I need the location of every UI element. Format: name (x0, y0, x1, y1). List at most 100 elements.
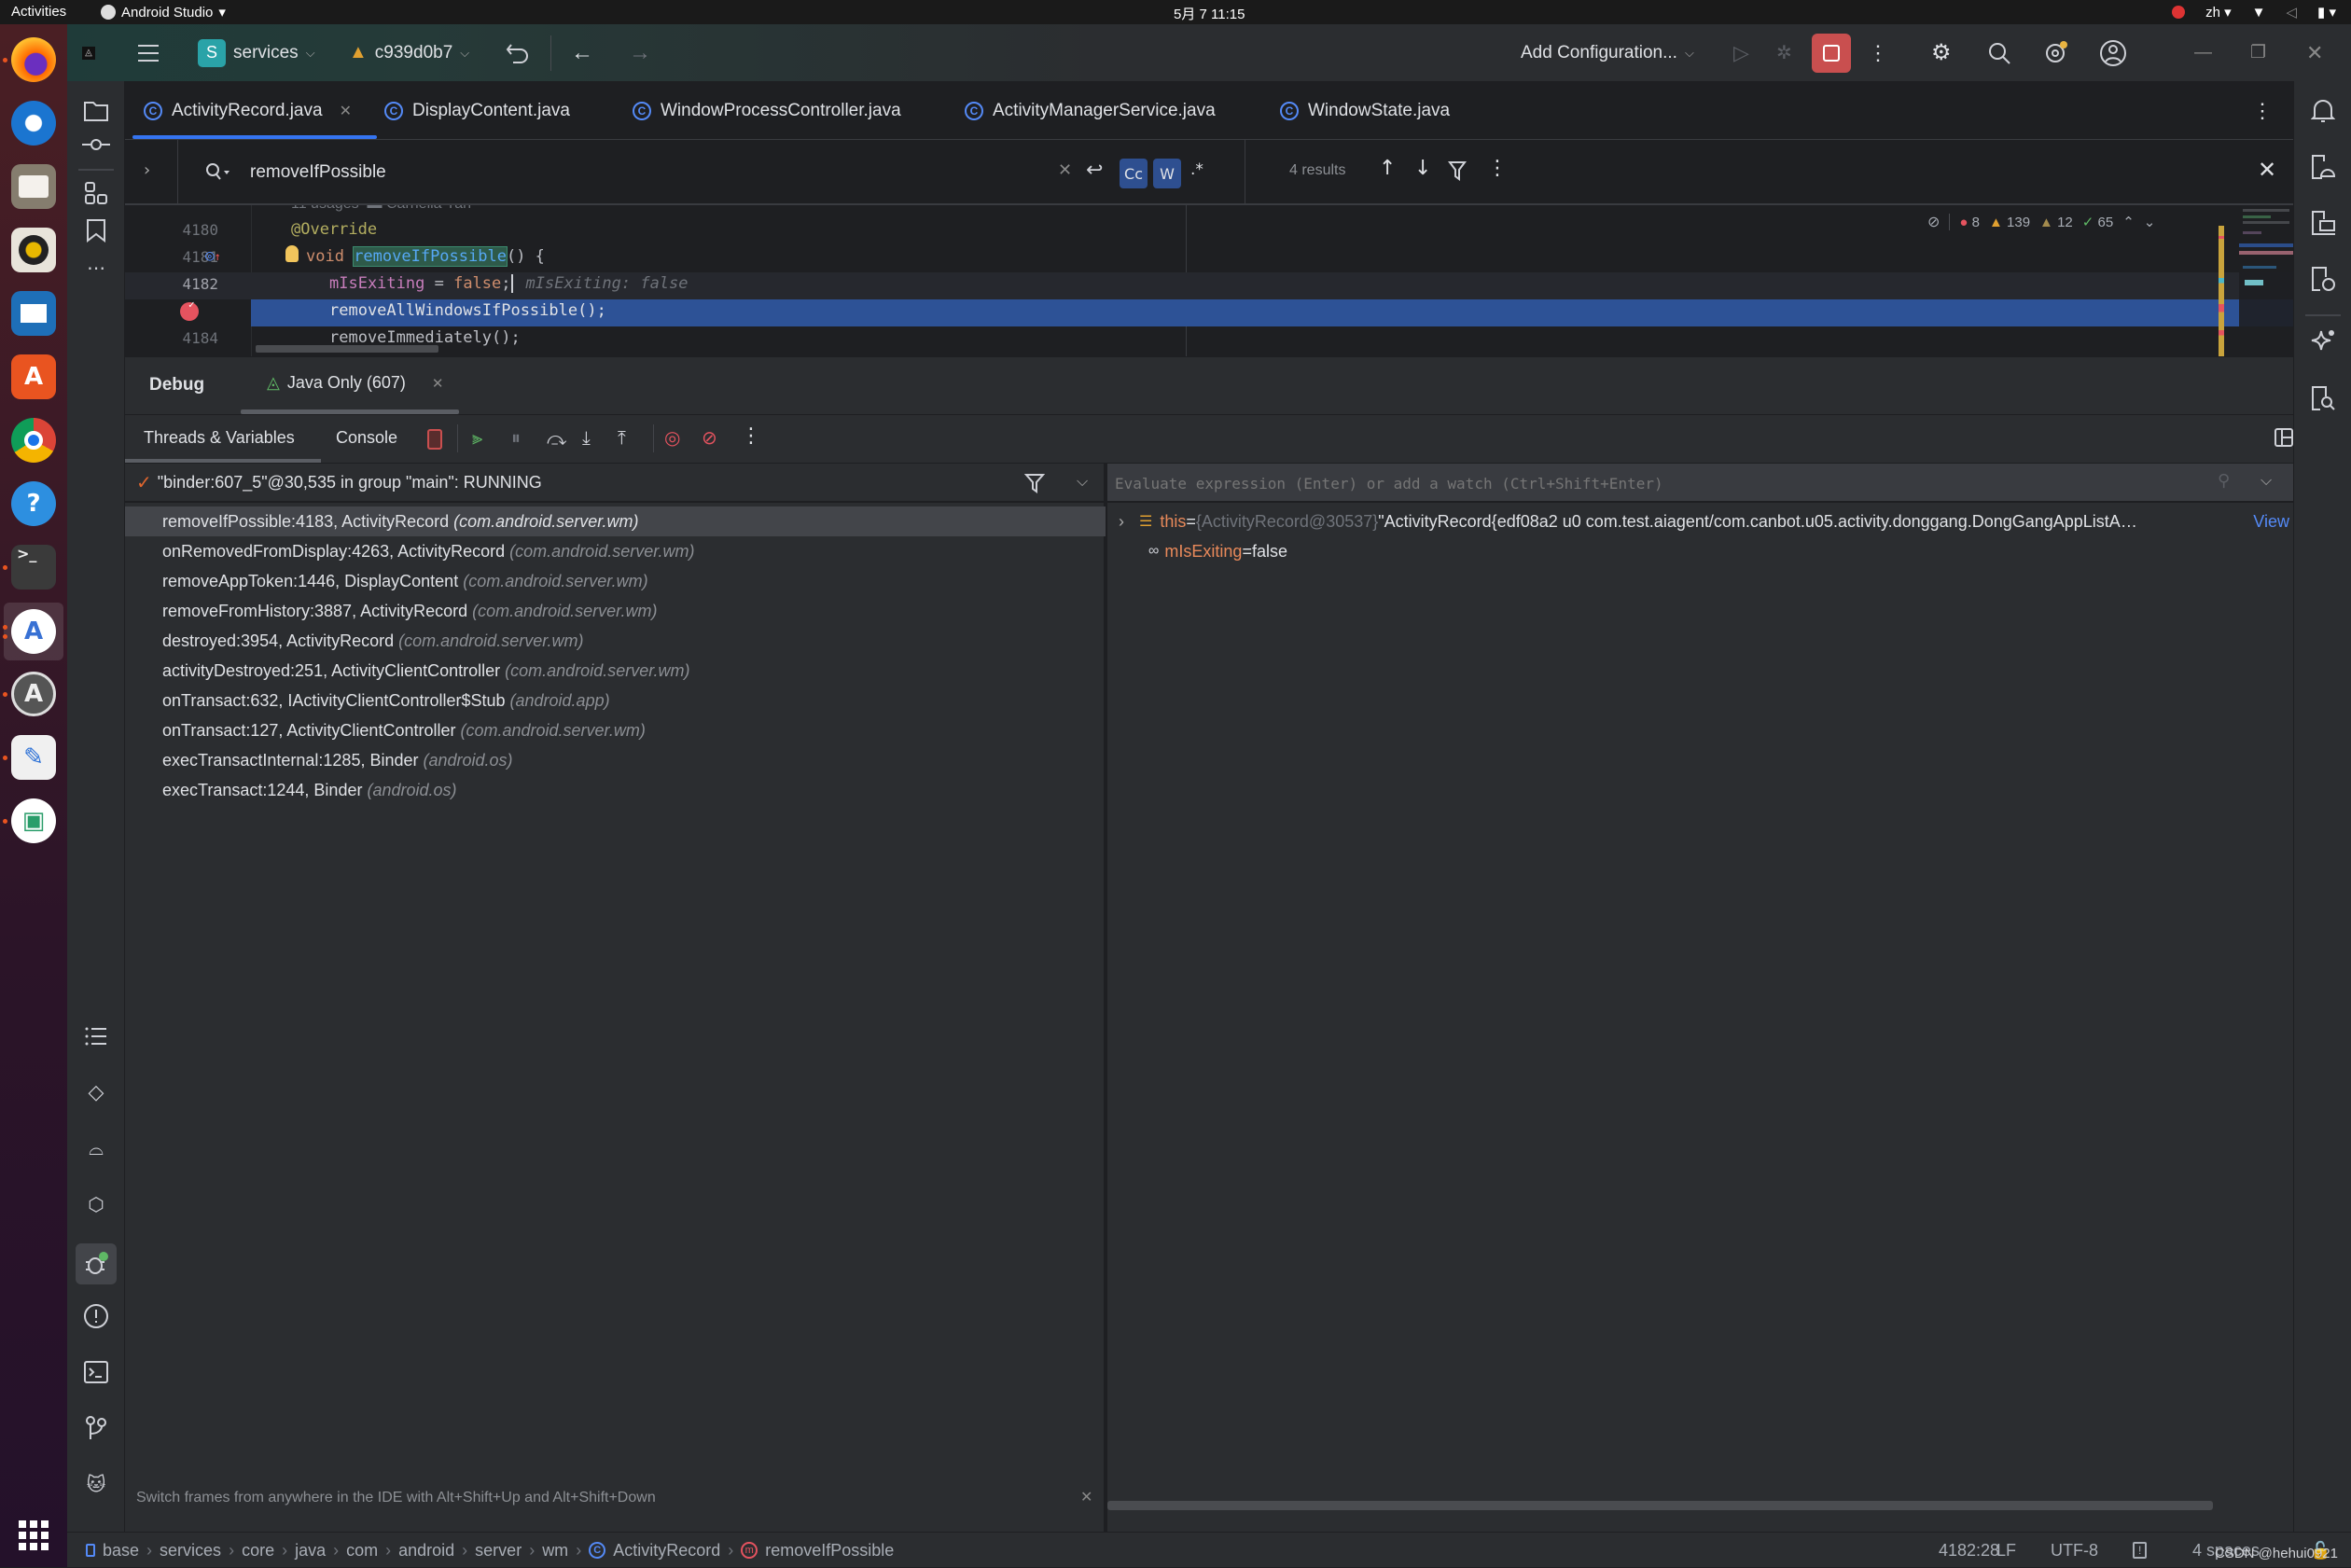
search-input[interactable] (250, 157, 1090, 188)
build-variants-tool-button[interactable]: ◇ (81, 1077, 111, 1107)
mute-breakpoints-button[interactable]: ⊘ (702, 426, 717, 449)
terminal-icon[interactable]: >_ (11, 545, 56, 590)
breadcrumb-item[interactable]: com (346, 1541, 378, 1561)
stack-frame[interactable]: execTransact:1244, Binder (android.os) (125, 775, 1106, 805)
breadcrumb-item[interactable]: java (295, 1541, 326, 1561)
breadcrumb-item[interactable]: wm (542, 1541, 568, 1561)
problems-indicator[interactable]: ! (2133, 1533, 2148, 1568)
scrcpy-icon[interactable]: ▣ (11, 798, 56, 843)
app-menu[interactable]: Android Studio ▾ (101, 4, 226, 21)
step-out-button[interactable]: ⤒ (618, 426, 626, 449)
inspection-widget[interactable]: ⊘ ● 8 ▲ 139 ▲ 12 ✓ 65 ⌃ ⌄ (1927, 213, 2155, 231)
debug-tool-button[interactable] (76, 1243, 117, 1284)
commit-tool-button[interactable] (81, 130, 111, 160)
text-editor-icon[interactable]: ✎ (11, 735, 56, 780)
breadcrumb-item[interactable]: server (475, 1541, 522, 1561)
forward-button[interactable]: → (629, 24, 651, 81)
overrides-method-gutter-icon[interactable]: ◎↑ (205, 246, 221, 264)
debug-run-button[interactable]: ✲ (1776, 24, 1792, 81)
notifications-button[interactable] (2308, 96, 2338, 126)
app-center-icon[interactable]: A (11, 354, 56, 399)
clock[interactable]: 5月 7 11:15 (1174, 4, 1245, 23)
activities-button[interactable]: Activities (11, 4, 66, 20)
todo-tool-button[interactable] (81, 1021, 111, 1051)
line-separator[interactable]: LF (1996, 1533, 2016, 1568)
run-tool-button[interactable]: ⬡ (81, 1189, 111, 1219)
file-encoding[interactable]: UTF-8 (2051, 1533, 2098, 1568)
libreoffice-writer-icon[interactable] (11, 291, 56, 336)
language-indicator[interactable]: zh ▾ (2205, 4, 2232, 21)
structure-tool-button[interactable] (81, 178, 111, 208)
evaluate-dropdown-button[interactable]: ⌵ (2261, 471, 2272, 490)
tab-console[interactable]: Console (336, 428, 397, 448)
stack-frame[interactable]: removeFromHistory:3887, ActivityRecord (… (125, 596, 1106, 626)
caret-position[interactable]: 4182:28 (1939, 1533, 1999, 1568)
back-button[interactable]: ← (571, 24, 593, 81)
step-over-button[interactable]: ⤼ (547, 427, 566, 450)
project-tool-button[interactable] (81, 96, 111, 126)
variables-horizontal-scrollbar[interactable] (1107, 1501, 2213, 1510)
dismiss-tip-button[interactable]: ✕ (1080, 1488, 1092, 1506)
pause-program-button[interactable]: ⏸ (511, 426, 521, 449)
attach-debugger-button[interactable]: ⚙ (1931, 24, 1952, 81)
step-into-button[interactable]: ⤓ (582, 426, 591, 449)
breadcrumb-item[interactable]: removeIfPossible (765, 1541, 894, 1561)
thread-dropdown-button[interactable]: ⌵ (1077, 472, 1088, 491)
stop-button[interactable] (1812, 24, 1851, 81)
tab-windowstate[interactable]: C WindowState.java (1280, 81, 1450, 140)
regex-toggle[interactable]: .* (1190, 160, 1203, 179)
stack-frame[interactable]: onTransact:632, IActivityClientControlle… (125, 686, 1106, 715)
vcs-branch-selector[interactable]: ▲ c939d0b7 ⌵ (349, 24, 469, 81)
breadcrumb-item[interactable]: ActivityRecord (613, 1541, 720, 1561)
close-session-icon[interactable]: ✕ (432, 375, 444, 392)
gemini-button[interactable] (2308, 327, 2338, 357)
add-watch-button[interactable]: ⚲ (2218, 471, 2230, 491)
run-button[interactable]: ▷ (1733, 24, 1749, 81)
restore-button[interactable]: ❐ (2250, 24, 2266, 81)
breadcrumb-item[interactable]: base (103, 1541, 139, 1561)
stack-frame[interactable]: execTransactInternal:1285, Binder (andro… (125, 745, 1106, 775)
tab-threads-variables[interactable]: Threads & Variables (144, 428, 295, 448)
stack-frame[interactable]: onRemovedFromDisplay:4263, ActivityRecor… (125, 536, 1106, 566)
close-tab-icon[interactable]: ✕ (340, 102, 352, 120)
profiler-tool-button[interactable]: ⌓ (81, 1133, 111, 1163)
new-line-button[interactable]: ↩ (1086, 159, 1103, 182)
stack-frame[interactable]: onTransact:127, ActivityClientController… (125, 715, 1106, 745)
breadcrumb-item[interactable]: android (398, 1541, 454, 1561)
logcat-tool-button[interactable]: 🐱 (81, 1469, 111, 1499)
debug-more-button[interactable]: ⋮ (741, 424, 761, 448)
account-button[interactable] (2099, 24, 2127, 81)
tab-windowprocesscontroller[interactable]: C WindowProcessController.java (633, 81, 901, 140)
main-menu-button[interactable] (136, 24, 160, 81)
error-stripe[interactable] (2219, 226, 2224, 356)
show-apps-grid-icon[interactable] (19, 1520, 49, 1550)
thunderbird-icon[interactable] (11, 101, 56, 146)
software-updater-icon[interactable]: A (11, 672, 56, 716)
previous-occurrence-button[interactable]: ↑ (1379, 157, 1396, 180)
android-studio-icon[interactable]: A (11, 609, 56, 654)
close-search-button[interactable]: ✕ (2258, 157, 2276, 183)
match-case-toggle[interactable]: Cc (1120, 159, 1148, 188)
breakpoint-icon[interactable]: ✓ (180, 298, 199, 321)
debug-session-tab[interactable]: ◬ Java Only (607) ✕ (267, 373, 443, 393)
variable-row[interactable]: ∞ mIsExiting = false (1107, 536, 2293, 566)
stack-frame[interactable]: destroyed:3954, ActivityRecord (com.andr… (125, 626, 1106, 656)
bookmarks-tool-button[interactable] (81, 215, 111, 245)
close-window-button[interactable]: ✕ (2306, 24, 2323, 81)
stack-frame[interactable]: removeIfPossible:4183, ActivityRecord (c… (125, 506, 1106, 536)
device-mirroring-button[interactable] (2308, 264, 2338, 294)
usages-hint[interactable]: 11 usages ▬ Carnelia Yan (291, 205, 471, 213)
thread-selector[interactable]: ✓ "binder:607_5"@30,535 in group "main":… (125, 464, 1106, 503)
tab-activityrecord[interactable]: C ActivityRecord.java ✕ (144, 81, 352, 140)
stack-frame[interactable]: removeAppToken:1446, DisplayContent (com… (125, 566, 1106, 596)
minimize-button[interactable]: — (2194, 24, 2212, 81)
terminal-tool-button[interactable] (81, 1357, 111, 1387)
more-tools-button[interactable]: ⋯ (81, 253, 111, 283)
tab-displaycontent[interactable]: C DisplayContent.java (384, 81, 570, 140)
code-editor[interactable]: 11 usages ▬ Carnelia Yan 4180 @Override … (125, 205, 2293, 356)
tab-activitymanagerservice[interactable]: C ActivityManagerService.java (965, 81, 1216, 140)
tab-options-button[interactable]: ⋮ (2252, 81, 2273, 140)
expand-variable-icon[interactable]: › (1119, 512, 1124, 532)
filter-search-button[interactable] (1448, 160, 1467, 181)
clear-search-button[interactable]: ✕ (1058, 160, 1072, 180)
